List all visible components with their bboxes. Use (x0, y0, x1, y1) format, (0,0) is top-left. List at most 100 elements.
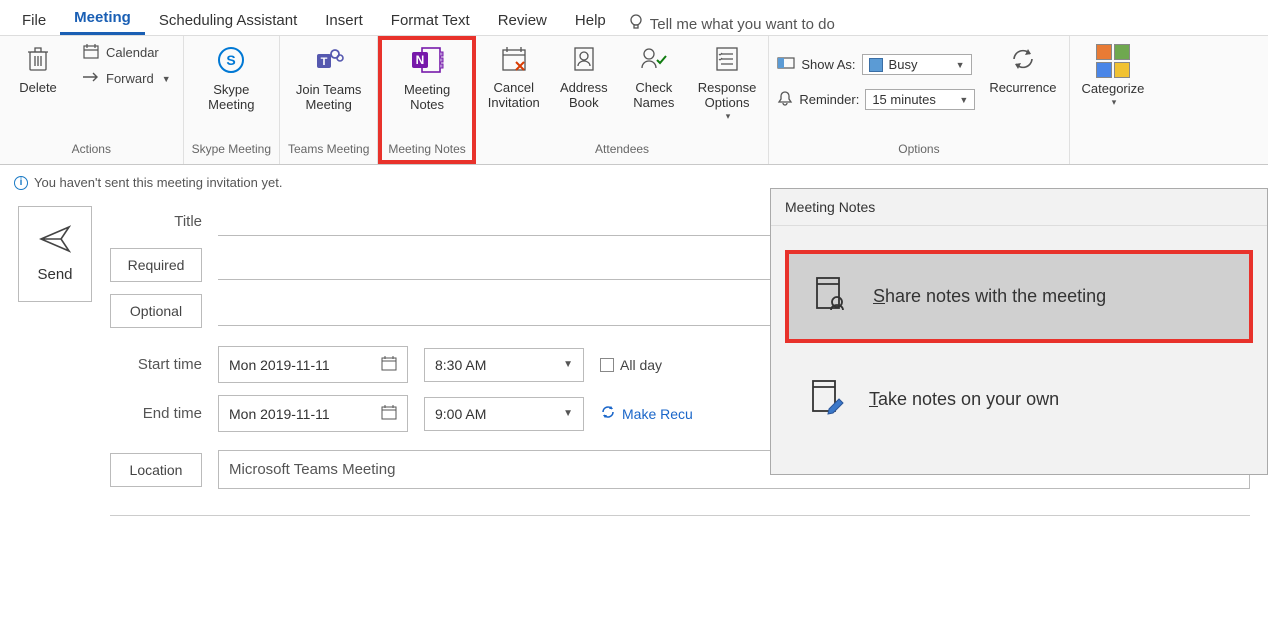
ribbon: Delete Calendar Forward ▼ Actions (0, 36, 1268, 165)
group-tags-label (1078, 138, 1149, 160)
cancel-invitation-button[interactable]: Cancel Invitation (484, 40, 544, 115)
tab-file[interactable]: File (8, 6, 60, 35)
group-skype: S Skype Meeting Skype Meeting (184, 36, 280, 164)
delete-button[interactable]: Delete (8, 40, 68, 100)
chevron-down-icon: ▼ (959, 95, 968, 105)
start-time-label: Start time (110, 356, 202, 373)
start-date-picker[interactable]: Mon 2019-11-11 (218, 346, 408, 383)
group-teams-label: Teams Meeting (288, 138, 369, 160)
forward-button[interactable]: Forward ▼ (78, 69, 175, 88)
take-own-notes-option[interactable]: Take notes on your own (785, 357, 1253, 442)
group-attendees: Cancel Invitation Address Book Check Nam… (476, 36, 770, 164)
end-time-value: 9:00 AM (435, 406, 486, 422)
take-notes-icon (807, 377, 847, 422)
meeting-notes-button[interactable]: N Meeting Notes (397, 40, 457, 117)
end-time-picker[interactable]: 9:00 AM ▼ (424, 397, 584, 431)
address-book-icon (570, 44, 598, 77)
response-options-button[interactable]: Response Options ▾ (694, 40, 761, 126)
group-notes-label: Meeting Notes (388, 138, 465, 160)
forward-label: Forward (106, 71, 154, 86)
ribbon-tabs: File Meeting Scheduling Assistant Insert… (0, 0, 1268, 36)
check-names-button[interactable]: Check Names (624, 40, 684, 115)
make-recurring-label: Make Recu (622, 406, 693, 422)
response-options-icon (713, 44, 741, 77)
group-options: Show As: Busy ▼ Reminder: 15 minutes ▼ (769, 36, 1069, 164)
bell-icon (777, 90, 793, 109)
take-own-notes-label: Take notes on your own (869, 389, 1059, 410)
address-book-button[interactable]: Address Book (554, 40, 614, 115)
make-recurring-link[interactable]: Make Recu (600, 404, 693, 423)
tab-format-text[interactable]: Format Text (377, 6, 484, 35)
delete-label: Delete (19, 81, 57, 96)
reminder-label: Reminder: (799, 92, 859, 107)
svg-text:N: N (416, 53, 425, 67)
title-label: Title (110, 213, 202, 230)
start-time-value: 8:30 AM (435, 357, 486, 373)
group-actions-label: Actions (8, 138, 175, 160)
calendar-icon (381, 404, 397, 423)
group-categorize: Categorize ▾ (1070, 36, 1157, 164)
calendar-label: Calendar (106, 45, 159, 60)
recurrence-button[interactable]: Recurrence (985, 40, 1060, 100)
svg-text:T: T (320, 56, 327, 68)
group-skype-label: Skype Meeting (192, 138, 271, 160)
tab-help[interactable]: Help (561, 6, 620, 35)
cancel-label: Cancel Invitation (488, 81, 540, 111)
skype-label: Skype Meeting (208, 83, 254, 113)
chevron-down-icon: ▼ (563, 359, 573, 370)
trash-icon (24, 44, 52, 77)
tab-meeting[interactable]: Meeting (60, 3, 145, 35)
required-button[interactable]: Required (110, 248, 202, 282)
calendar-icon (381, 355, 397, 374)
end-date-value: Mon 2019-11-11 (229, 406, 330, 422)
send-label: Send (37, 266, 72, 283)
tell-me-search[interactable]: Tell me what you want to do (628, 13, 835, 35)
location-button[interactable]: Location (110, 453, 202, 487)
send-button[interactable]: Send (18, 206, 92, 302)
check-names-icon (639, 44, 669, 77)
group-meeting-notes: N Meeting Notes Meeting Notes (378, 36, 475, 164)
calendar-cancel-icon (499, 44, 529, 77)
lightbulb-icon (628, 13, 644, 35)
svg-text:S: S (227, 52, 236, 68)
calendar-icon (82, 42, 100, 63)
recurrence-label: Recurrence (989, 81, 1056, 96)
skype-meeting-button[interactable]: S Skype Meeting (201, 40, 261, 117)
send-icon (39, 225, 71, 256)
onenote-icon: N (410, 44, 444, 79)
optional-button[interactable]: Optional (110, 294, 202, 328)
end-date-picker[interactable]: Mon 2019-11-11 (218, 395, 408, 432)
join-teams-button[interactable]: T Join Teams Meeting (292, 40, 366, 117)
reminder-value: 15 minutes (872, 92, 951, 107)
categorize-icon (1096, 44, 1130, 78)
meeting-notes-dialog: Meeting Notes Share notes with the meeti… (770, 188, 1268, 475)
categorize-button[interactable]: Categorize ▾ (1078, 40, 1149, 112)
teams-icon: T (313, 44, 345, 79)
share-notes-label: Share notes with the meeting (873, 286, 1106, 307)
all-day-checkbox[interactable]: All day (600, 357, 662, 373)
separator (110, 515, 1250, 516)
show-as-dropdown[interactable]: Busy ▼ (862, 54, 972, 75)
info-icon: i (14, 176, 28, 190)
show-as-icon (777, 56, 795, 73)
meeting-notes-label: Meeting Notes (404, 83, 450, 113)
copy-to-calendar-button[interactable]: Calendar (78, 40, 175, 65)
group-teams: T Join Teams Meeting Teams Meeting (280, 36, 378, 164)
tab-insert[interactable]: Insert (311, 6, 377, 35)
skype-icon: S (215, 44, 247, 79)
chevron-down-icon: ▼ (956, 60, 965, 70)
start-time-picker[interactable]: 8:30 AM ▼ (424, 348, 584, 382)
address-label: Address Book (560, 81, 608, 111)
end-time-label: End time (110, 405, 202, 422)
busy-color-icon (869, 58, 883, 72)
tab-scheduling-assistant[interactable]: Scheduling Assistant (145, 6, 311, 35)
chevron-down-icon: ▼ (563, 408, 573, 419)
recurrence-icon (1008, 44, 1038, 77)
categorize-label: Categorize (1082, 82, 1145, 97)
recurrence-icon (600, 404, 616, 423)
dialog-title: Meeting Notes (771, 189, 1267, 226)
share-notes-icon (811, 274, 851, 319)
share-notes-option[interactable]: Share notes with the meeting (785, 250, 1253, 343)
reminder-dropdown[interactable]: 15 minutes ▼ (865, 89, 975, 110)
tab-review[interactable]: Review (484, 6, 561, 35)
